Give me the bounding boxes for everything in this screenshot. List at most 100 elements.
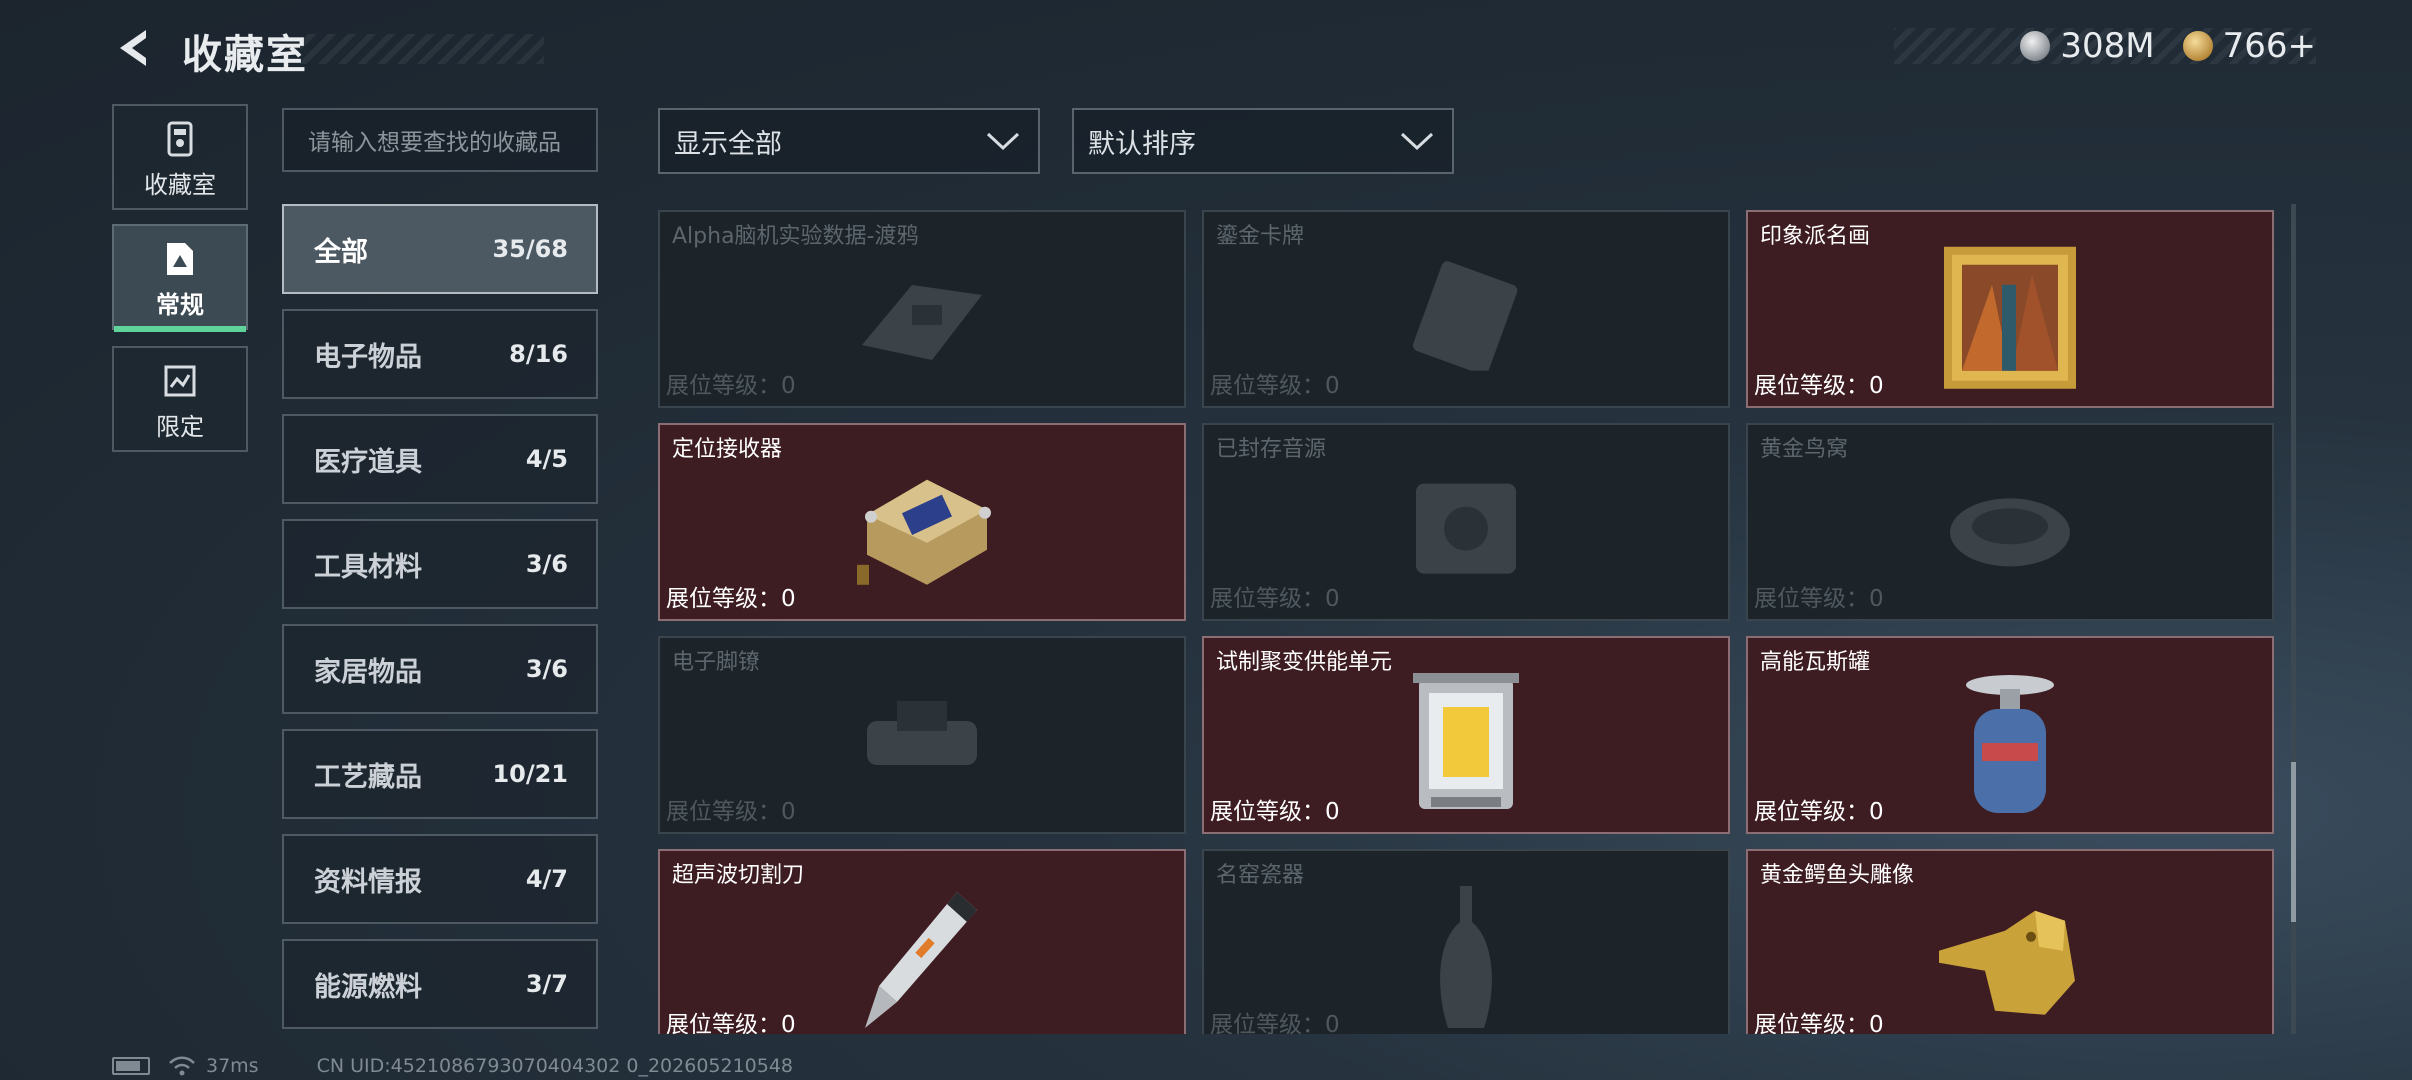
ultrasonic-cutter-icon <box>865 892 977 1028</box>
gold-coin-icon <box>2182 31 2213 61</box>
item-name: 名窑瓷器 <box>1216 863 1305 888</box>
category-crafts[interactable]: 工艺藏品 10/21 <box>282 729 598 819</box>
category-count: 35/68 <box>492 235 568 263</box>
item-level: 展位等级：0 <box>1210 799 1340 825</box>
category-count: 8/16 <box>509 340 568 368</box>
scrollbar-thumb[interactable] <box>2291 762 2296 922</box>
search-input[interactable]: 请输入想要查找的收藏品 <box>282 108 598 172</box>
collection-room-icon <box>167 121 193 157</box>
framed-painting-icon <box>1944 246 2076 389</box>
category-name: 全部 <box>314 236 368 268</box>
item-level: 展位等级：0 <box>1754 373 1884 399</box>
category-count: 10/21 <box>492 760 568 788</box>
collection-item-card[interactable]: 鎏金卡牌 展位等级：0 <box>1202 210 1730 408</box>
ping-value: 37ms <box>206 1055 259 1077</box>
collection-item-card[interactable]: 超声波切割刀 展位等级：0 <box>658 849 1186 1034</box>
nav-label: 限定 <box>156 413 204 441</box>
page-title: 收藏室 <box>182 32 308 78</box>
porcelain-vase-icon <box>1440 886 1492 1028</box>
collection-grid: Alpha脑机实验数据-渡鸦 展位等级：0 鎏金卡牌 展位等级：0 印象派名画 … <box>658 210 2276 1034</box>
nav-tab-limited[interactable]: 限定 <box>112 346 248 452</box>
chevron-down-icon <box>986 132 1020 151</box>
currency-bar: 308M 766+ <box>1894 26 2316 66</box>
category-intel[interactable]: 资料情报 4/7 <box>282 834 598 924</box>
locator-receiver-icon <box>857 479 991 585</box>
collection-item-card[interactable]: 电子脚镣 展位等级：0 <box>658 636 1186 834</box>
category-fuel[interactable]: 能源燃料 3/7 <box>282 939 598 1029</box>
fusion-unit-icon <box>1413 673 1519 809</box>
display-filter-value: 显示全部 <box>674 128 782 160</box>
category-name: 工具材料 <box>314 551 422 583</box>
category-all[interactable]: 全部 35/68 <box>282 204 598 294</box>
item-name: 高能瓦斯罐 <box>1760 650 1871 675</box>
category-count: 3/6 <box>525 655 568 683</box>
item-name: 电子脚镣 <box>672 650 761 675</box>
user-uid: CN UID:4521086793070404302 0_20260521054… <box>316 1055 794 1077</box>
collection-item-card[interactable]: 已封存音源 展位等级：0 <box>1202 423 1730 621</box>
item-name: 黄金鳄鱼头雕像 <box>1760 863 1915 888</box>
item-level: 展位等级：0 <box>666 1012 796 1034</box>
category-electronics[interactable]: 电子物品 8/16 <box>282 309 598 399</box>
nav-tab-regular[interactable]: 常规 <box>112 224 248 332</box>
limited-icon <box>164 365 196 397</box>
category-count: 3/7 <box>525 970 568 998</box>
display-filter-dropdown[interactable]: 显示全部 <box>658 108 1040 174</box>
wifi-icon <box>169 1056 195 1076</box>
silver-coin-icon <box>2020 31 2051 61</box>
collection-item-card[interactable]: Alpha脑机实验数据-渡鸦 展位等级：0 <box>658 210 1186 408</box>
item-name: 试制聚变供能单元 <box>1216 650 1393 675</box>
category-count: 4/5 <box>525 445 568 473</box>
data-drive-icon <box>862 285 982 360</box>
item-level: 展位等级：0 <box>666 586 796 612</box>
item-name: 印象派名画 <box>1760 224 1871 249</box>
category-name: 资料情报 <box>314 866 422 898</box>
collection-item-card[interactable]: 试制聚变供能单元 展位等级：0 <box>1202 636 1730 834</box>
golden-crocodile-icon <box>1939 910 2075 1015</box>
item-name: 已封存音源 <box>1216 437 1327 462</box>
item-name: 定位接收器 <box>672 437 783 462</box>
category-name: 工艺藏品 <box>314 761 422 793</box>
back-arrow-icon[interactable] <box>112 24 160 72</box>
category-medical[interactable]: 医疗道具 4/5 <box>282 414 598 504</box>
title-decoration <box>300 34 544 64</box>
collection-item-card[interactable]: 印象派名画 展位等级：0 <box>1746 210 2274 408</box>
electronic-shackle-icon <box>867 701 977 765</box>
regular-icon <box>167 243 193 275</box>
gilded-card-icon <box>1413 261 1518 371</box>
item-level: 展位等级：0 <box>1210 373 1340 399</box>
battery-icon <box>112 1057 150 1075</box>
collection-item-card[interactable]: 定位接收器 展位等级：0 <box>658 423 1186 621</box>
category-name: 医疗道具 <box>314 446 422 478</box>
item-level: 展位等级：0 <box>1210 586 1340 612</box>
category-tools[interactable]: 工具材料 3/6 <box>282 519 598 609</box>
item-level: 展位等级：0 <box>1754 1012 1884 1034</box>
category-household[interactable]: 家居物品 3/6 <box>282 624 598 714</box>
item-level: 展位等级：0 <box>666 373 796 399</box>
collection-item-card[interactable]: 高能瓦斯罐 展位等级：0 <box>1746 636 2274 834</box>
golden-nest-icon <box>1950 498 2070 567</box>
sort-value: 默认排序 <box>1088 128 1196 160</box>
nav-tab-collection-room[interactable]: 收藏室 <box>112 104 248 210</box>
gold-currency-value[interactable]: 766+ <box>2223 26 2316 66</box>
collection-item-card[interactable]: 名窑瓷器 展位等级：0 <box>1202 849 1730 1034</box>
collection-item-card[interactable]: 黄金鸟窝 展位等级：0 <box>1746 423 2274 621</box>
item-level: 展位等级：0 <box>1754 586 1884 612</box>
item-name: 黄金鸟窝 <box>1760 437 1849 462</box>
category-name: 家居物品 <box>314 656 422 688</box>
item-name: 鎏金卡牌 <box>1216 224 1305 249</box>
collection-item-card[interactable]: 黄金鳄鱼头雕像 展位等级：0 <box>1746 849 2274 1034</box>
item-level: 展位等级：0 <box>1210 1012 1340 1034</box>
category-name: 电子物品 <box>314 341 422 373</box>
sealed-audio-icon <box>1416 483 1516 574</box>
category-count: 3/6 <box>525 550 568 578</box>
nav-label: 收藏室 <box>144 171 216 199</box>
category-name: 能源燃料 <box>314 971 422 1003</box>
item-level: 展位等级：0 <box>1754 799 1884 825</box>
item-level: 展位等级：0 <box>666 799 796 825</box>
item-name: 超声波切割刀 <box>672 863 805 888</box>
category-count: 4/7 <box>525 865 568 893</box>
sort-dropdown[interactable]: 默认排序 <box>1072 108 1454 174</box>
item-name: Alpha脑机实验数据-渡鸦 <box>672 224 919 249</box>
nav-label: 常规 <box>156 291 204 319</box>
silver-currency-value: 308M <box>2060 26 2155 66</box>
